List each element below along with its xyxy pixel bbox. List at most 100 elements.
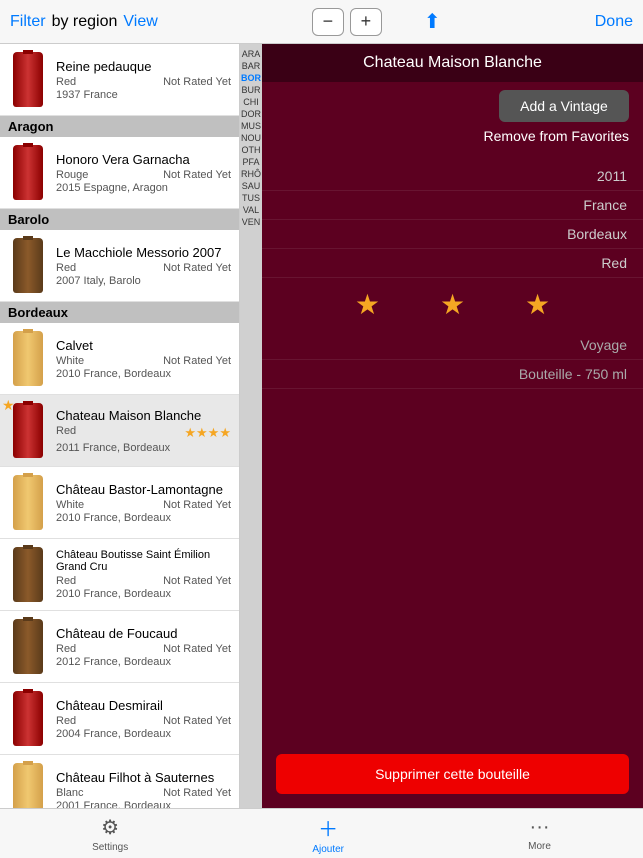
list-item[interactable]: Château Boutisse Saint Émilion Grand Cru… — [0, 539, 239, 611]
wine-type-row: Rouge Not Rated Yet — [56, 169, 231, 181]
done-button[interactable]: Done — [595, 13, 633, 31]
detail-row-year: 2011 — [262, 162, 643, 191]
bottle-icon — [13, 691, 43, 746]
wine-year-region: 2010 France, Bordeaux — [56, 512, 231, 524]
list-item[interactable]: Reine pedauque Red Not Rated Yet 1937 Fr… — [0, 44, 239, 116]
list-item[interactable]: Château Filhot à Sauternes Blanc Not Rat… — [0, 755, 239, 808]
wine-type-row: Red Not Rated Yet — [56, 575, 231, 587]
wine-name: Reine pedauque — [56, 59, 231, 74]
star-1-icon[interactable]: ★ — [355, 288, 380, 321]
wine-name: Chateau Maison Blanche — [56, 408, 231, 423]
wine-rating: Not Rated Yet — [163, 355, 231, 367]
list-item[interactable]: Honoro Vera Garnacha Rouge Not Rated Yet… — [0, 137, 239, 209]
list-item[interactable]: Château Desmirail Red Not Rated Yet 2004… — [0, 683, 239, 755]
delete-section: Supprimer cette bouteille — [262, 744, 643, 804]
wine-rating: Not Rated Yet — [163, 499, 231, 511]
wine-type-row: Red Not Rated Yet — [56, 76, 231, 88]
list-item[interactable]: Château Bastor-Lamontagne White Not Rate… — [0, 467, 239, 539]
wine-year-region: 1937 France — [56, 89, 231, 101]
bottle-icon — [13, 331, 43, 386]
tab-more[interactable]: ··· More — [528, 816, 551, 852]
wine-rating: Not Rated Yet — [163, 262, 231, 274]
wine-type-row: Red Not Rated Yet — [56, 262, 231, 274]
star-3-icon[interactable]: ★ — [525, 288, 550, 321]
wine-thumbnail — [8, 761, 48, 809]
wine-stars: ★★★★ — [184, 425, 231, 441]
zoom-in-button[interactable]: + — [350, 8, 382, 36]
wine-list: Reine pedauque Red Not Rated Yet 1937 Fr… — [0, 44, 240, 808]
delete-button[interactable]: Supprimer cette bouteille — [276, 754, 629, 794]
wine-thumbnail — [8, 617, 48, 677]
region-index-tus[interactable]: TUS — [242, 193, 260, 203]
more-icon: ··· — [530, 816, 550, 839]
region-index-chi[interactable]: CHI — [243, 97, 259, 107]
wine-thumbnail — [8, 329, 48, 389]
wine-year-region: 2010 France, Bordeaux — [56, 588, 231, 600]
detail-voyage-value: Voyage — [580, 337, 627, 353]
stars-row[interactable]: ★ ★ ★ — [262, 278, 643, 331]
wine-rating: Not Rated Yet — [163, 715, 231, 727]
wine-type-row: Red ★★★★ — [56, 425, 231, 441]
wine-type: Blanc — [56, 787, 84, 799]
wine-type: Red — [56, 76, 76, 88]
region-index-ven[interactable]: VEN — [242, 217, 261, 227]
region-index-nou[interactable]: NOU — [241, 133, 261, 143]
top-bar-left: Filter by region View — [10, 13, 158, 31]
region-index-bar[interactable]: BAR — [242, 61, 261, 71]
section-header-barolo: Barolo — [0, 209, 239, 230]
list-item-active[interactable]: ★ Chateau Maison Blanche Red ★★★★ 2011 F… — [0, 395, 239, 467]
filter-button[interactable]: Filter — [10, 13, 46, 31]
wine-info: Honoro Vera Garnacha Rouge Not Rated Yet… — [56, 152, 231, 194]
wine-year-region: 2001 France, Bordeaux — [56, 800, 231, 809]
bottle-icon — [13, 403, 43, 458]
detail-row-region: Bordeaux — [262, 220, 643, 249]
wine-year-region: 2011 France, Bordeaux — [56, 442, 231, 454]
wine-thumbnail — [8, 401, 48, 461]
wine-year-region: 2010 France, Bordeaux — [56, 368, 231, 380]
wine-name: Château Filhot à Sauternes — [56, 770, 231, 785]
detail-row-bottle-size: Bouteille - 750 ml — [262, 360, 643, 389]
share-icon[interactable]: ⬆ — [424, 9, 441, 34]
region-index-pfa[interactable]: PFA — [242, 157, 259, 167]
wine-detail-title: Chateau Maison Blanche — [363, 54, 542, 72]
wine-info: Reine pedauque Red Not Rated Yet 1937 Fr… — [56, 59, 231, 101]
region-index-dor[interactable]: DOR — [241, 109, 261, 119]
region-index-sau[interactable]: SAU — [242, 181, 261, 191]
wine-type: Red — [56, 715, 76, 727]
wine-type-row: White Not Rated Yet — [56, 355, 231, 367]
bottle-icon — [13, 547, 43, 602]
bottle-icon — [13, 145, 43, 200]
detail-rows: 2011 France Bordeaux Red ★ ★ ★ Voyage Bo… — [262, 162, 643, 744]
wine-name: Le Macchiole Messorio 2007 — [56, 245, 231, 260]
detail-color-value: Red — [601, 255, 627, 271]
region-index-bur[interactable]: BUR — [241, 85, 260, 95]
wine-detail-header: Chateau Maison Blanche — [262, 44, 643, 82]
zoom-out-button[interactable]: − — [312, 8, 344, 36]
wine-year-region: 2012 France, Bordeaux — [56, 656, 231, 668]
wine-type: Red — [56, 425, 76, 441]
tab-settings[interactable]: ⚙ Settings — [92, 815, 128, 853]
list-item[interactable]: Le Macchiole Messorio 2007 Red Not Rated… — [0, 230, 239, 302]
region-index-bor[interactable]: BOR — [241, 73, 261, 83]
region-index-val[interactable]: VAL — [243, 205, 259, 215]
add-vintage-button[interactable]: Add a Vintage — [499, 90, 629, 122]
region-index-mus[interactable]: MUS — [241, 121, 261, 131]
remove-favorites-button[interactable]: Remove from Favorites — [484, 128, 629, 144]
wine-type-row: Red Not Rated Yet — [56, 715, 231, 727]
list-item[interactable]: Calvet White Not Rated Yet 2010 France, … — [0, 323, 239, 395]
detail-row-color: Red — [262, 249, 643, 278]
detail-country-value: France — [583, 197, 627, 213]
wine-detail-panel: Chateau Maison Blanche Add a Vintage Rem… — [262, 44, 643, 808]
view-button[interactable]: View — [123, 13, 157, 31]
tab-ajouter[interactable]: ＋ Ajouter — [312, 813, 344, 855]
region-index-oth[interactable]: OTH — [242, 145, 261, 155]
wine-name: Château de Foucaud — [56, 626, 231, 641]
star-2-icon[interactable]: ★ — [440, 288, 465, 321]
main-content: Reine pedauque Red Not Rated Yet 1937 Fr… — [0, 44, 643, 808]
add-label: Ajouter — [312, 844, 344, 855]
detail-row-country: France — [262, 191, 643, 220]
wine-thumbnail — [8, 689, 48, 749]
region-index-ara[interactable]: ARA — [242, 49, 261, 59]
list-item[interactable]: Château de Foucaud Red Not Rated Yet 201… — [0, 611, 239, 683]
region-index-rho[interactable]: RHÔ — [241, 169, 261, 179]
